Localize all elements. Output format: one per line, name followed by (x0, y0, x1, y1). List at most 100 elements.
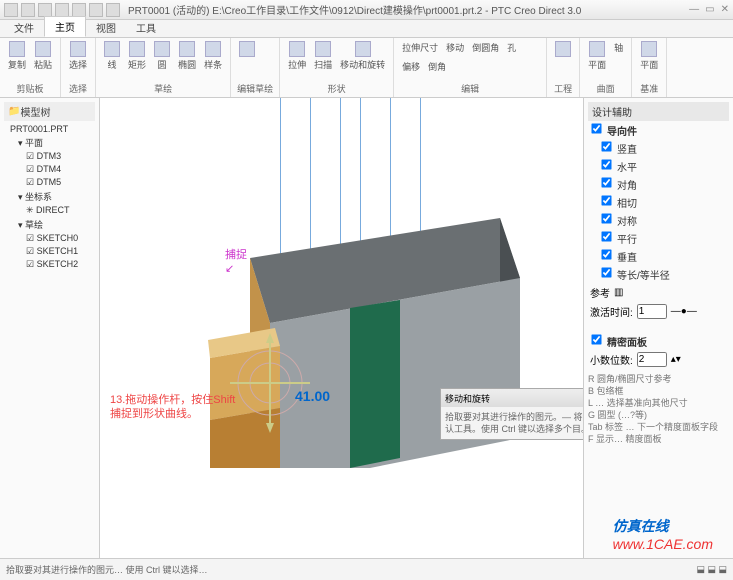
tree-sketch0[interactable]: ☑ SKETCH0 (4, 232, 95, 245)
tree-dtm3[interactable]: ☑ DTM3 (4, 150, 95, 163)
panel-title: 设计辅助 (588, 102, 729, 121)
group-label: 基准 (638, 82, 660, 95)
ellipse-icon (179, 41, 195, 57)
tree-dtm4[interactable]: ☑ DTM4 (4, 163, 95, 176)
hole-button[interactable]: 孔 (505, 40, 518, 55)
ribbon-group-edit: 拉伸尺寸 移动 倒圆角 孔 偏移 倒角 编辑 (394, 38, 547, 97)
group-label: 草绘 (102, 82, 224, 95)
tab-view[interactable]: 视图 (86, 18, 126, 37)
qat-redo-icon[interactable] (72, 3, 86, 17)
status-icons[interactable]: ⬓ ⬓ ⬓ (696, 564, 727, 575)
plane-icon (589, 41, 605, 57)
qat-refresh-icon[interactable] (89, 3, 103, 17)
rect-icon (129, 41, 145, 57)
chamfer-button[interactable]: 倒角 (426, 59, 448, 74)
qat-open-icon[interactable] (21, 3, 35, 17)
tree-datum[interactable]: ▾ 平面 (4, 135, 95, 150)
dimension-value[interactable]: 41.00 (295, 388, 330, 404)
graphics-canvas[interactable]: 捕捉 ↙ 41.00 13.拖动操作杆，按住Shift 捕捉到形状曲线。 移动和… (100, 98, 583, 558)
move-button[interactable]: 移动 (444, 40, 466, 55)
edit-sketch-button[interactable] (237, 40, 257, 59)
tree-sketch2[interactable]: ☑ SKETCH2 (4, 258, 95, 271)
tree-coord[interactable]: ▾ 坐标系 (4, 189, 95, 204)
group-label: 选择 (67, 82, 89, 95)
model-tree-header: 📁 模型树 (4, 102, 95, 121)
group-label: 编辑草绘 (237, 82, 273, 95)
panel-header[interactable]: 移动和旋转 ⟲ ↔ ▴▾ (441, 389, 583, 407)
tab-file[interactable]: 文件 (4, 18, 44, 37)
watermark: 仿真在线 www.1CAE.com (613, 516, 713, 552)
tree-sketch1[interactable]: ☑ SKETCH1 (4, 245, 95, 258)
tab-tools[interactable]: 工具 (126, 18, 166, 37)
group-label: 曲面 (586, 82, 625, 95)
title-bar: PRT0001 (活动的) E:\Creo工作目录\工作文件\0912\Dire… (0, 0, 733, 20)
capture-label: 捕捉 ↙ (225, 246, 247, 275)
spline-icon (205, 41, 221, 57)
select-button[interactable]: 选择 (67, 40, 89, 72)
parallel-checkbox[interactable]: 平行 (598, 229, 729, 247)
sweep-icon (315, 41, 331, 57)
equal-checkbox[interactable]: 等长/等半径 (598, 265, 729, 283)
extrude-button[interactable]: 拉伸 (286, 40, 308, 72)
group-label: 剪贴板 (6, 82, 54, 95)
status-bar: 拾取要对其进行操作的图元… 使用 Ctrl 键以选择… ⬓ ⬓ ⬓ (0, 558, 733, 580)
move-rotate-panel[interactable]: 移动和旋转 ⟲ ↔ ▴▾ 拾取要对其进行操作的图元。— 将激活默 认工具。使用 … (440, 388, 583, 440)
extrude-dim-button[interactable]: 拉伸尺寸 (400, 40, 440, 55)
spinner-icon[interactable]: ▴▾ (671, 354, 681, 365)
axis-button[interactable]: 轴 (612, 40, 625, 55)
ribbon-group-select: 选择 选择 (61, 38, 96, 97)
sym-checkbox[interactable]: 对称 (598, 211, 729, 229)
decimals-input[interactable] (637, 352, 667, 367)
tree-dtm5[interactable]: ☑ DTM5 (4, 176, 95, 189)
qat-new-icon[interactable] (4, 3, 18, 17)
sweep-button[interactable]: 扫描 (312, 40, 334, 72)
copy-button[interactable]: 复制 (6, 40, 28, 72)
tree-root[interactable]: PRT0001.PRT (4, 123, 95, 135)
tree-sketches[interactable]: ▾ 草绘 (4, 217, 95, 232)
minimize-icon[interactable]: — (689, 4, 699, 15)
spline-button[interactable]: 样条 (202, 40, 224, 72)
qat-windows-icon[interactable] (106, 3, 120, 17)
ribbon-group-editsketch: 编辑草绘 (231, 38, 280, 97)
eng-button[interactable] (553, 40, 573, 59)
tree-direct[interactable]: ✳ DIRECT (4, 204, 95, 217)
move-rotate-button[interactable]: 移动和旋转 (338, 40, 387, 72)
diag-checkbox[interactable]: 对角 (598, 175, 729, 193)
model-tree[interactable]: PRT0001.PRT ▾ 平面 ☑ DTM3 ☑ DTM4 ☑ DTM5 ▾ … (4, 123, 95, 271)
circle-icon (154, 41, 170, 57)
close-icon[interactable]: ✕ (721, 4, 729, 15)
ribbon-group-shape: 拉伸 扫描 移动和旋转 形状 (280, 38, 394, 97)
line-icon (104, 41, 120, 57)
model-tree-panel: 📁 模型树 PRT0001.PRT ▾ 平面 ☑ DTM3 ☑ DTM4 ☑ D… (0, 98, 100, 558)
round-button[interactable]: 倒圆角 (470, 40, 501, 55)
rect-button[interactable]: 矩形 (126, 40, 148, 72)
line-button[interactable]: 线 (102, 40, 122, 72)
circle-button[interactable]: 圆 (152, 40, 172, 72)
vert-checkbox[interactable]: 竖直 (598, 139, 729, 157)
window-title: PRT0001 (活动的) E:\Creo工作目录\工作文件\0912\Dire… (120, 2, 689, 17)
ellipse-button[interactable]: 椭圆 (176, 40, 198, 72)
ribbon: 复制 粘贴 剪贴板 选择 选择 线 矩形 圆 椭圆 样条 草绘 编辑草绘 拉伸 … (0, 38, 733, 98)
horiz-checkbox[interactable]: 水平 (598, 157, 729, 175)
maximize-icon[interactable]: ▭ (705, 4, 714, 15)
plane2-button[interactable]: 平面 (638, 40, 660, 72)
design-assist-panel: 设计辅助 导向件 竖直 水平 对角 相切 对称 平行 垂直 等长/等半径 参考 … (583, 98, 733, 558)
activate-input[interactable] (637, 304, 667, 319)
precision-checkbox[interactable]: 精密面板 (588, 332, 729, 350)
paste-icon (35, 41, 51, 57)
qat-save-icon[interactable] (38, 3, 52, 17)
perp-checkbox[interactable]: 垂直 (598, 247, 729, 265)
activate-row: 激活时间: —●— (588, 302, 729, 321)
group-label: 形状 (286, 82, 387, 95)
tab-home[interactable]: 主页 (44, 16, 86, 37)
offset-button[interactable]: 偏移 (400, 59, 422, 74)
paste-button[interactable]: 粘贴 (32, 40, 54, 72)
slider-icon[interactable]: —●— (671, 306, 697, 317)
qat-undo-icon[interactable] (55, 3, 69, 17)
group-label: 工程 (553, 82, 573, 95)
plane-button[interactable]: 平面 (586, 40, 608, 72)
guide-checkbox[interactable]: 导向件 (588, 121, 729, 139)
tangent-checkbox[interactable]: 相切 (598, 193, 729, 211)
ref-picker-icon[interactable]: ▥ (614, 287, 623, 298)
quick-access-toolbar (4, 3, 120, 17)
